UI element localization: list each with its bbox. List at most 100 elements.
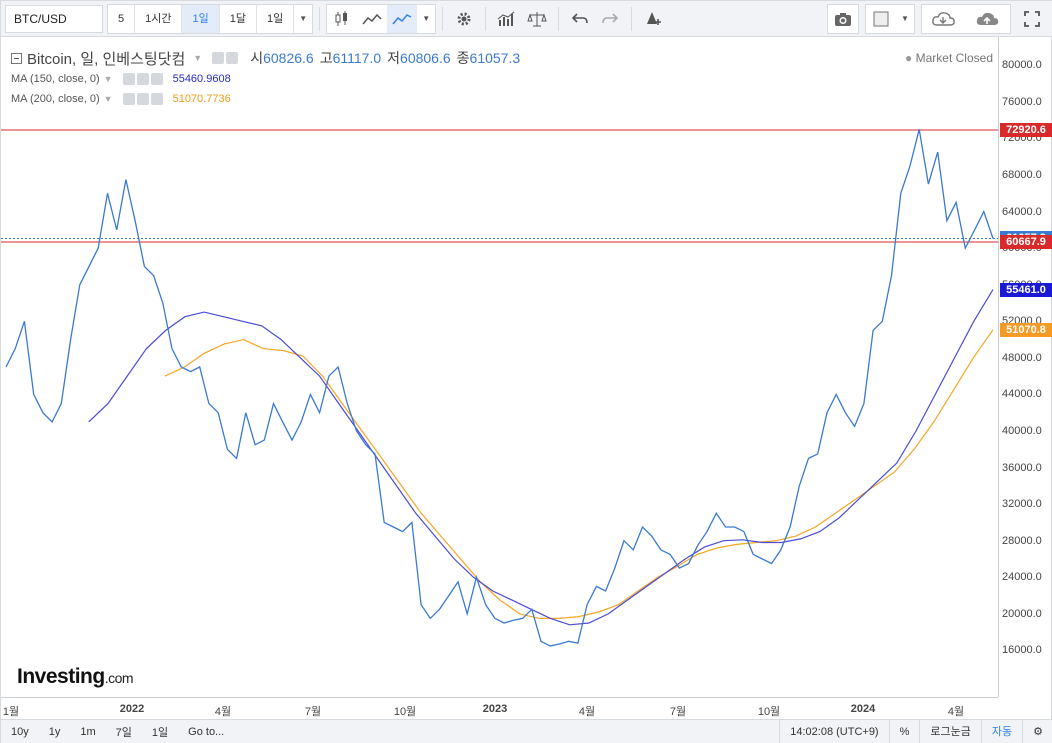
price-tag: 55461.0 bbox=[1000, 282, 1052, 297]
low-label: 저 bbox=[387, 50, 401, 66]
series-controls[interactable] bbox=[212, 52, 239, 64]
redo-icon[interactable] bbox=[595, 5, 625, 33]
price-tick-label: 76000.0 bbox=[1002, 95, 1042, 108]
market-status: ● Market Closed bbox=[905, 51, 993, 65]
chart-widget: BTC/USD 5 1시간 1일 1달 1일 ▼ ▼ ▼ Bitcoin, 일,… bbox=[0, 0, 1052, 743]
ma200-controls[interactable] bbox=[122, 93, 163, 105]
price-tick-label: 24000.0 bbox=[1002, 571, 1042, 584]
undo-icon[interactable] bbox=[565, 5, 595, 33]
area-icon[interactable] bbox=[357, 5, 387, 33]
interval-5-button[interactable]: 5 bbox=[108, 4, 136, 33]
ma150-value: 55460.9608 bbox=[172, 73, 231, 85]
price-chart-plot[interactable] bbox=[1, 37, 998, 697]
price-tick-label: 48000.0 bbox=[1002, 351, 1042, 364]
chart-type-caret[interactable]: ▼ bbox=[417, 5, 435, 33]
open-value: 60826.6 bbox=[263, 50, 314, 66]
ma150-caret[interactable]: ▼ bbox=[104, 74, 113, 84]
price-tick-label: 68000.0 bbox=[1002, 169, 1042, 181]
time-tick-label: 1월 bbox=[2, 706, 20, 718]
auto-scale-toggle[interactable]: 자동 bbox=[980, 719, 1022, 743]
chart-legend: Bitcoin, 일, 인베스팅닷컴 ▼ 시 60826.6 고 61117.0 저… bbox=[11, 47, 520, 109]
cloud-upload-icon[interactable] bbox=[966, 5, 1010, 33]
price-tick-label: 80000.0 bbox=[1002, 59, 1042, 72]
ma150-controls[interactable] bbox=[122, 73, 163, 85]
ma200-line bbox=[164, 329, 994, 620]
range-1m[interactable]: 1m bbox=[70, 726, 105, 738]
rect-icon[interactable] bbox=[866, 5, 896, 33]
time-tick-label: 2023 bbox=[482, 703, 508, 715]
interval-dropdown-caret[interactable]: ▼ bbox=[294, 5, 312, 33]
time-tick-label: 4월 bbox=[214, 706, 232, 718]
time-tick-label: 10월 bbox=[393, 706, 417, 718]
price-tag: 60667.9 bbox=[1000, 235, 1052, 250]
clock-time: 14:02:08 (UTC+9) bbox=[779, 719, 888, 743]
collapse-icon[interactable] bbox=[11, 52, 22, 64]
line-icon[interactable] bbox=[387, 4, 418, 33]
price-axis[interactable]: 16000.0 20000.0 24000.0 28000.0 32000.0 36000… bbox=[998, 37, 1052, 697]
ma150-line bbox=[88, 289, 994, 626]
price-tick-label: 20000.0 bbox=[1002, 607, 1042, 620]
range-10y[interactable]: 10y bbox=[1, 726, 39, 738]
range-1d[interactable]: 1일 bbox=[142, 724, 178, 740]
price-tag: 51070.8 bbox=[1000, 322, 1052, 337]
indicators-icon[interactable] bbox=[492, 5, 522, 33]
open-label: 시 bbox=[250, 50, 264, 66]
interval-1h-button[interactable]: 1시간 bbox=[135, 4, 183, 33]
settings-gear-icon[interactable]: ⚙ bbox=[1022, 719, 1052, 743]
market-status-text: Market Closed bbox=[915, 51, 993, 65]
interval-select[interactable]: 1일 bbox=[257, 4, 295, 33]
price-tick-label: 36000.0 bbox=[1002, 461, 1042, 474]
price-tick-label: 16000.0 bbox=[1002, 644, 1042, 657]
high-label: 고 bbox=[319, 50, 333, 66]
low-value: 60806.6 bbox=[400, 50, 451, 66]
price-tick-label: 28000.0 bbox=[1002, 534, 1042, 547]
ma200-legend: MA (200, close, 0) ▼ 51070.7736 bbox=[11, 89, 520, 109]
price-line bbox=[5, 129, 994, 647]
main-series-legend: Bitcoin, 일, 인베스팅닷컴 ▼ 시 60826.6 고 61117.0 저… bbox=[11, 47, 520, 69]
high-value: 61117.0 bbox=[332, 50, 382, 66]
close-value: 61057.3 bbox=[469, 50, 521, 66]
series-title: Bitcoin, 일, 인베스팅닷컴 bbox=[27, 50, 186, 68]
time-tick-label: 10월 bbox=[757, 706, 781, 718]
time-tick-label: 7월 bbox=[669, 706, 687, 718]
candles-icon[interactable] bbox=[327, 5, 357, 33]
ma150-name: MA (150, close, 0) bbox=[11, 73, 100, 85]
time-tick-label: 7월 bbox=[304, 706, 322, 718]
price-tick-label: 40000.0 bbox=[1002, 425, 1042, 437]
camera-icon[interactable] bbox=[828, 5, 858, 33]
series-menu-caret[interactable]: ▼ bbox=[193, 53, 202, 63]
alert-icon[interactable] bbox=[638, 5, 668, 33]
investing-logo: Investing.com bbox=[17, 665, 134, 688]
price-tick-label: 64000.0 bbox=[1002, 205, 1042, 218]
range-7d[interactable]: 7일 bbox=[106, 724, 142, 740]
toolbar: BTC/USD 5 1시간 1일 1달 1일 ▼ ▼ ▼ bbox=[1, 1, 1052, 37]
time-tick-label: 4월 bbox=[578, 706, 596, 718]
time-tick-label: 2024 bbox=[850, 703, 876, 715]
percent-toggle[interactable]: % bbox=[888, 719, 920, 743]
time-tick-label: 2022 bbox=[119, 703, 145, 715]
range-1y[interactable]: 1y bbox=[39, 726, 71, 738]
price-tag: 72920.6 bbox=[1000, 123, 1052, 137]
interval-group: 5 1시간 1일 1달 1일 ▼ bbox=[107, 3, 314, 34]
ma200-caret[interactable]: ▼ bbox=[104, 94, 113, 104]
price-tick-label: 44000.0 bbox=[1002, 388, 1042, 401]
ma200-value: 51070.7736 bbox=[172, 93, 231, 105]
price-tick-label: 32000.0 bbox=[1002, 498, 1042, 511]
fullscreen-icon[interactable] bbox=[1017, 5, 1047, 33]
goto-button[interactable]: Go to... bbox=[178, 726, 234, 738]
log-scale-toggle[interactable]: 로그눈금 bbox=[919, 719, 980, 743]
symbol-input[interactable]: BTC/USD bbox=[5, 4, 103, 33]
rect-caret[interactable]: ▼ bbox=[896, 5, 914, 33]
ma150-legend: MA (150, close, 0) ▼ 55460.9608 bbox=[11, 69, 520, 89]
chart-type-group: ▼ bbox=[326, 3, 437, 34]
settings-icon[interactable] bbox=[449, 5, 479, 33]
time-tick-label: 4월 bbox=[947, 706, 965, 718]
compare-scale-icon[interactable] bbox=[522, 5, 552, 33]
interval-1mo-button[interactable]: 1달 bbox=[220, 4, 257, 33]
ma200-name: MA (200, close, 0) bbox=[11, 93, 100, 105]
cloud-download-icon[interactable] bbox=[922, 5, 966, 33]
interval-1d-button[interactable]: 1일 bbox=[182, 4, 220, 33]
close-label: 종 bbox=[456, 50, 470, 66]
bottom-bar: 10y 1y 1m 7일 1일 Go to... 14:02:08 (UTC+9… bbox=[1, 719, 1052, 743]
time-axis[interactable]: 1월 2022 4월 7월 10월 2023 4월 7월 10월 2024 4월 bbox=[1, 697, 998, 719]
